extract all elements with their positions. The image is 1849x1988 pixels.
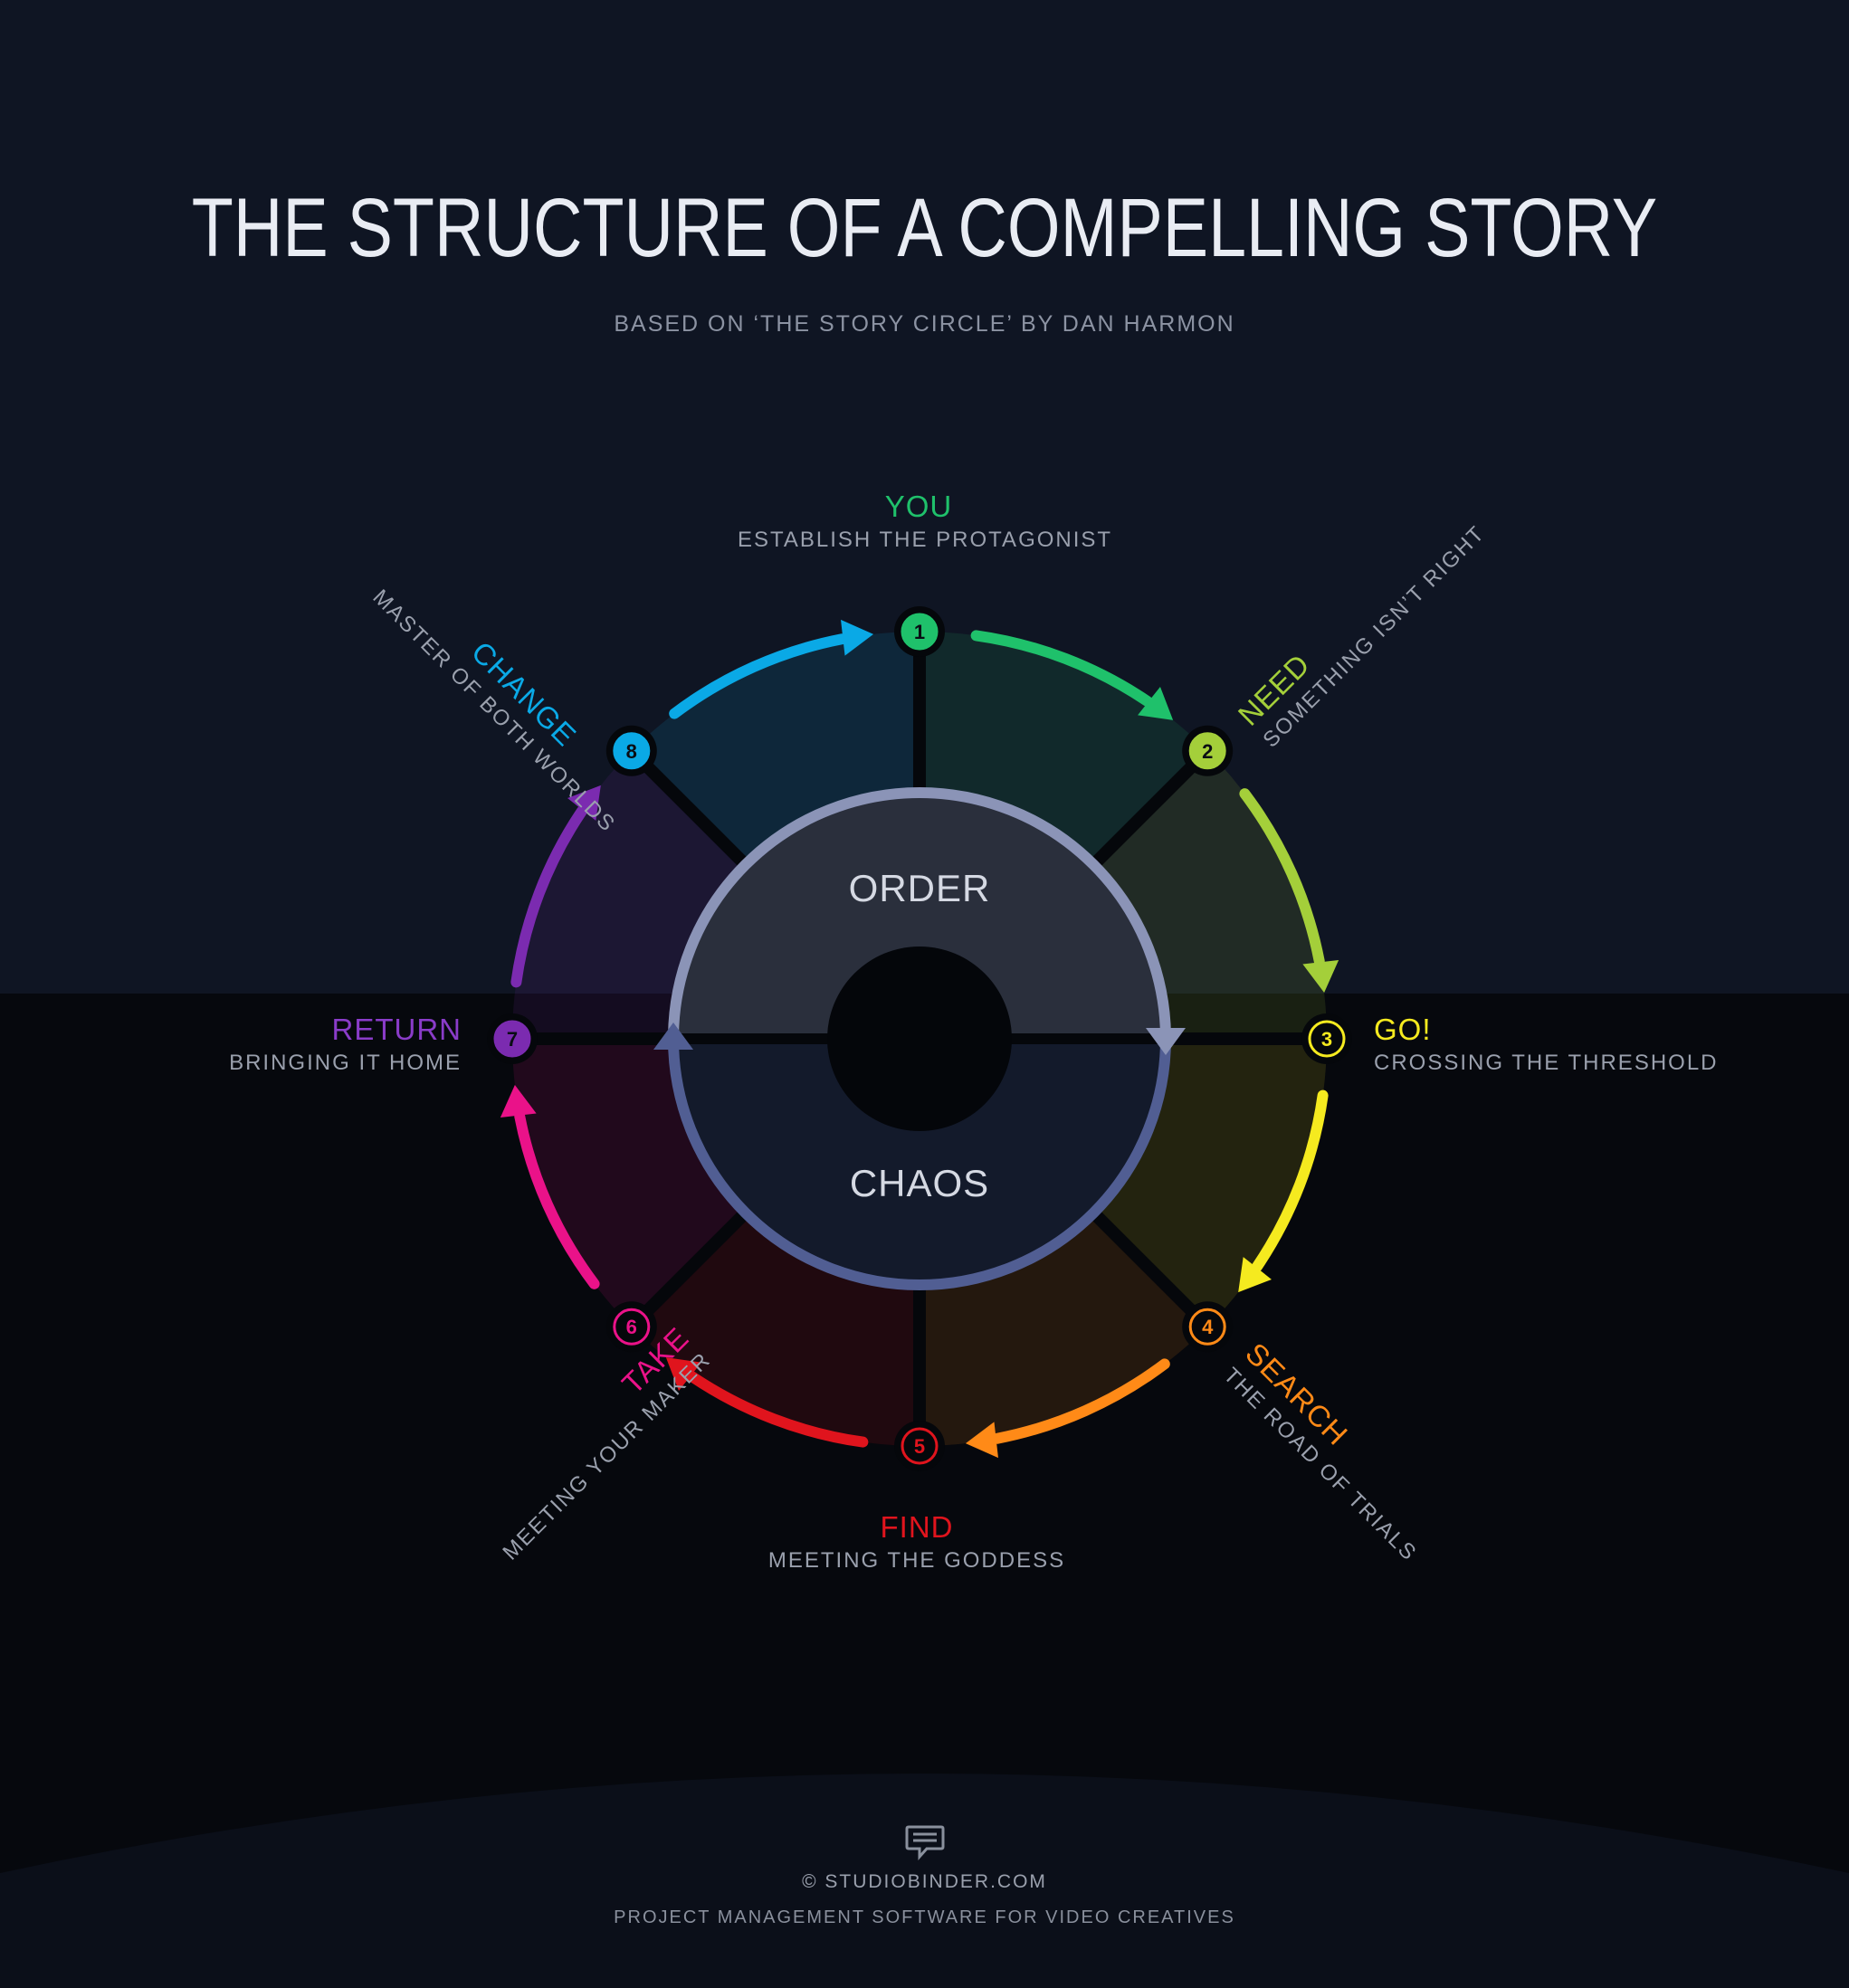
- stage-number: 6: [626, 1316, 637, 1338]
- stage-number: 5: [914, 1435, 925, 1458]
- footer-copyright: © STUDIOBINDER.COM: [802, 1871, 1047, 1892]
- stage-label-find: FIND MEETING THE GODDESS: [736, 1509, 1098, 1576]
- stage-number: 8: [626, 740, 637, 763]
- stage-desc-you: ESTABLISH THE PROTAGONIST: [738, 528, 1113, 552]
- stage-node-4: 4: [1182, 1301, 1234, 1353]
- stage-desc-find: MEETING THE GODDESS: [767, 1548, 1066, 1573]
- stage-name-find: FIND: [880, 1510, 954, 1544]
- stage-number: 7: [507, 1028, 518, 1051]
- stage-label-go: GO! CROSSING THE THRESHOLD: [1374, 1012, 1719, 1079]
- stage-node-5: 5: [894, 1421, 945, 1471]
- stage-label-you: YOU ESTABLISH THE PROTAGONIST: [738, 489, 1113, 556]
- stage-number: 1: [914, 621, 925, 643]
- stage-number: 2: [1202, 740, 1213, 763]
- stage-node-7: 7: [487, 1013, 538, 1064]
- stage-name-you: YOU: [884, 490, 953, 523]
- stage-desc-return: BRINGING IT HOME: [229, 1051, 462, 1075]
- stage-node-3: 3: [1301, 1013, 1352, 1064]
- stage-node-2: 2: [1182, 725, 1234, 776]
- footer-tagline: PROJECT MANAGEMENT SOFTWARE FOR VIDEO CR…: [614, 1907, 1235, 1927]
- stage-name-return: RETURN: [331, 1013, 462, 1046]
- stage-name-go: GO!: [1374, 1013, 1432, 1046]
- chaos-label: CHAOS: [849, 1162, 990, 1204]
- center-hole: [827, 946, 1012, 1131]
- stage-node-1: 1: [894, 606, 945, 657]
- stage-label-return: RETURN BRINGING IT HOME: [100, 1012, 462, 1079]
- stage-desc-go: CROSSING THE THRESHOLD: [1374, 1051, 1719, 1075]
- story-circle-diagram: 1 2 3 4 5 6 7 8: [487, 606, 1352, 1471]
- speech-bubble-icon: [905, 1825, 945, 1860]
- stage-number: 4: [1202, 1316, 1214, 1338]
- stage-number: 3: [1321, 1028, 1332, 1051]
- order-label: ORDER: [848, 867, 991, 909]
